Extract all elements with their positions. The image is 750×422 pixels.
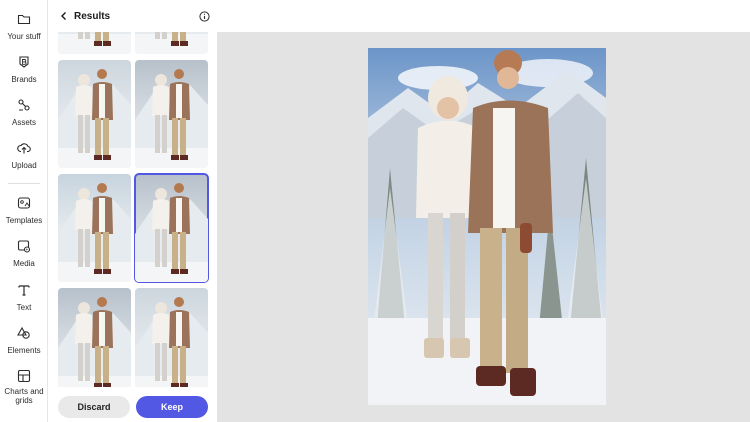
result-thumbnail[interactable]	[135, 60, 208, 168]
result-thumbnail[interactable]	[135, 288, 208, 387]
result-thumbnail[interactable]	[58, 60, 131, 168]
canvas-toolbar	[217, 0, 750, 32]
panel-title: Results	[74, 11, 111, 22]
brand-icon	[19, 56, 29, 68]
rail-item-label: Charts and grids	[4, 387, 44, 405]
rail-item-label: Templates	[5, 216, 43, 225]
info-icon[interactable]	[199, 11, 210, 22]
rail-item-text[interactable]: Text	[0, 283, 48, 312]
result-thumbnail[interactable]	[58, 32, 131, 54]
rail-item-label: Media	[13, 259, 35, 268]
result-thumbnail[interactable]	[58, 288, 131, 387]
rail-item-media[interactable]: Media	[0, 239, 48, 268]
media-icon	[17, 240, 31, 253]
rail-item-label: Elements	[7, 346, 41, 355]
keep-button[interactable]: Keep	[136, 396, 208, 418]
discard-button[interactable]: Discard	[58, 396, 130, 418]
left-rail: Your stuff Brands Assets Upload Template…	[0, 0, 48, 422]
rail-item-upload[interactable]: Upload	[0, 141, 48, 170]
results-grid	[48, 32, 217, 387]
templates-icon	[17, 197, 31, 209]
rail-item-assets[interactable]: Assets	[0, 98, 48, 127]
rail-item-charts-and-grids[interactable]: Charts and grids	[0, 369, 48, 405]
winter-couple-photo	[368, 48, 606, 405]
panel-footer: Discard Keep	[48, 387, 217, 422]
folder-icon	[17, 14, 31, 25]
results-panel: Results Discard Keep	[48, 0, 217, 422]
rail-divider	[8, 183, 40, 184]
rail-item-label: Text	[16, 303, 32, 312]
rail-item-label: Brands	[11, 75, 37, 84]
assets-icon	[18, 99, 30, 111]
charts-icon	[17, 369, 31, 383]
result-thumbnail-selected[interactable]	[134, 173, 209, 283]
result-thumbnail[interactable]	[135, 32, 208, 54]
rail-item-label: Upload	[11, 161, 37, 170]
panel-header: Results	[48, 0, 217, 32]
rail-item-brands[interactable]: Brands	[0, 55, 48, 84]
main-preview-image	[368, 48, 606, 405]
elements-icon	[17, 326, 30, 339]
upload-icon	[17, 143, 31, 154]
rail-item-label: Your stuff	[7, 32, 41, 41]
rail-item-your-stuff[interactable]: Your stuff	[0, 12, 48, 41]
rail-item-elements[interactable]: Elements	[0, 326, 48, 355]
rail-item-templates[interactable]: Templates	[0, 196, 48, 225]
chevron-left-icon[interactable]	[58, 10, 70, 22]
rail-item-label: Assets	[11, 118, 36, 127]
result-thumbnail[interactable]	[58, 174, 131, 282]
text-icon	[18, 285, 30, 296]
